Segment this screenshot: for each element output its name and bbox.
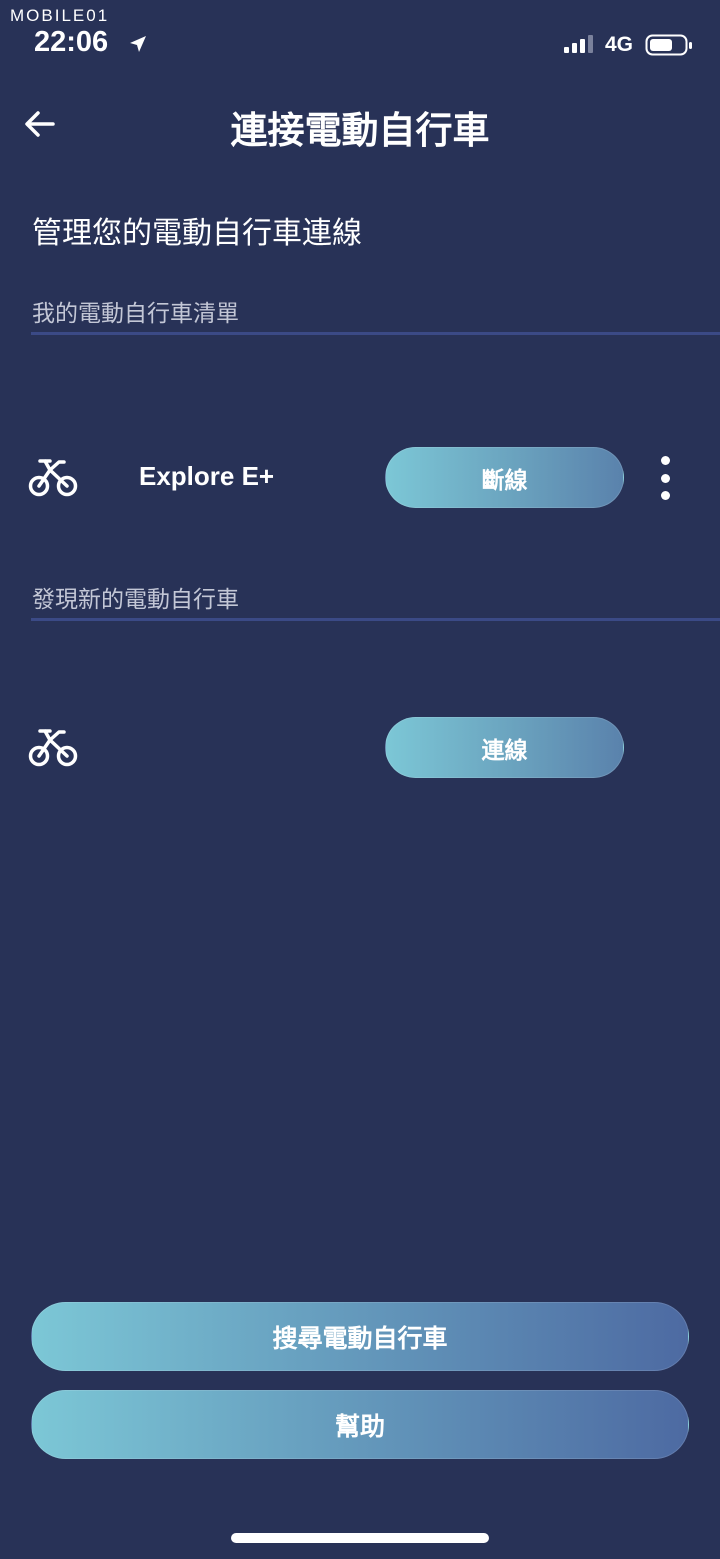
dot-icon — [660, 491, 670, 500]
connect-button[interactable]: 連線 — [385, 717, 624, 778]
search-bikes-button[interactable]: 搜尋電動自行車 — [31, 1302, 689, 1371]
disconnect-button[interactable]: 斷線 — [385, 447, 624, 508]
dot-icon — [660, 473, 670, 483]
back-arrow-icon — [25, 111, 55, 137]
signal-bars-icon — [564, 35, 593, 53]
discover-divider — [31, 618, 720, 621]
battery-icon — [645, 34, 692, 56]
location-arrow-icon — [130, 36, 146, 52]
device-name: Explore E+ — [139, 461, 275, 491]
my-bikes-label: 我的電動自行車清單 — [32, 301, 239, 327]
dot-icon — [660, 456, 670, 465]
page-title: 連接電動自行車 — [230, 109, 490, 152]
back-button[interactable] — [18, 102, 62, 146]
discover-label: 發現新的電動自行車 — [32, 587, 239, 613]
my-bikes-divider — [31, 332, 720, 335]
more-options-button[interactable] — [648, 452, 682, 504]
home-indicator[interactable] — [231, 1533, 489, 1543]
help-button[interactable]: 幫助 — [31, 1390, 689, 1459]
status-time: 22:06 — [34, 26, 109, 58]
watermark-logo: MOBILE01 — [10, 6, 110, 25]
bike-icon — [28, 729, 78, 767]
bike-icon — [28, 459, 78, 497]
section-title: 管理您的電動自行車連線 — [32, 216, 362, 251]
network-type: 4G — [605, 33, 634, 56]
